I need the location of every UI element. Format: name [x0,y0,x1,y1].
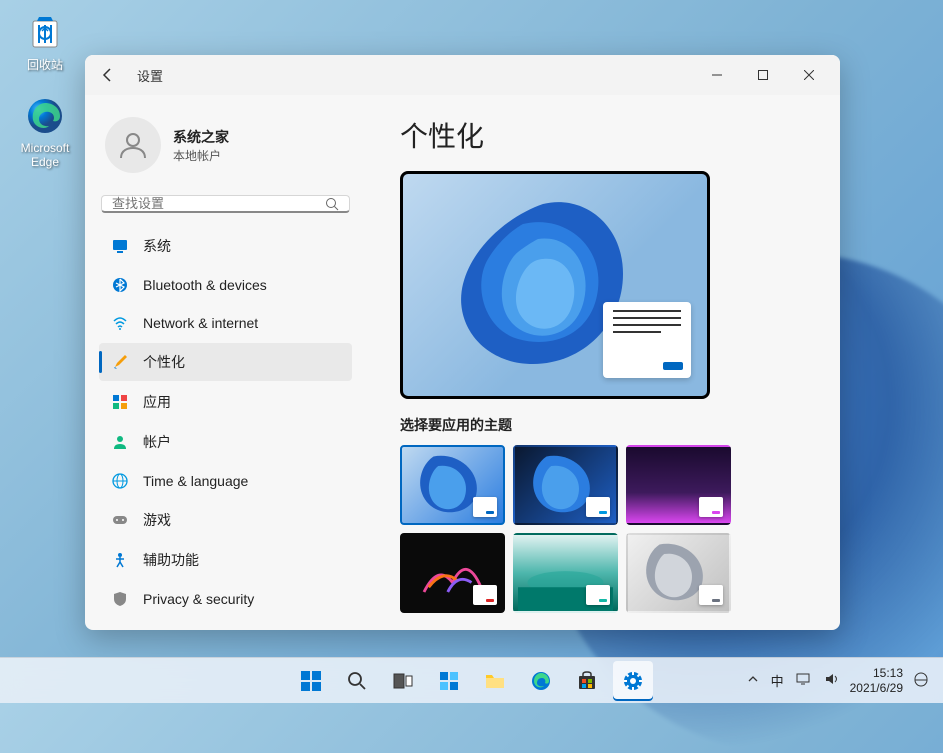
edge-icon [24,95,66,137]
window-title: 设置 [137,66,163,85]
sidebar-item-time[interactable]: Time & language [99,463,352,499]
windows-icon [299,669,323,693]
tray-volume-icon[interactable] [824,672,840,689]
accounts-icon [111,433,129,451]
tray-notification-icon[interactable] [913,671,929,690]
minimize-icon [712,70,722,80]
sidebar-item-network[interactable]: Network & internet [99,305,352,341]
tray-network-icon[interactable] [796,672,812,689]
theme-grid [400,445,816,613]
sidebar-item-label: 系统 [143,236,171,256]
page-title: 个性化 [400,115,816,155]
theme-option-6[interactable] [626,533,731,613]
taskbar-taskview[interactable] [383,661,423,701]
settings-window: 设置 系统之家 本地帐户 [85,55,840,630]
preview-mini-window [603,302,691,378]
theme-option-2[interactable] [513,445,618,525]
taskbar-widgets[interactable] [429,661,469,701]
sidebar-item-label: Windows Update [143,629,249,630]
taskbar: 中 15:13 2021/6/29 [0,657,943,703]
shield-icon [111,590,129,608]
arrow-left-icon [100,67,116,83]
recycle-bin-label: 回收站 [27,56,63,73]
gear-icon [622,670,644,692]
maximize-button[interactable] [740,59,786,91]
start-button[interactable] [291,661,331,701]
user-section[interactable]: 系统之家 本地帐户 [99,111,352,191]
tray-chevron-icon[interactable] [747,673,759,688]
minimize-button[interactable] [694,59,740,91]
theme-option-3[interactable] [626,445,731,525]
theme-option-5[interactable] [513,533,618,613]
tray-ime[interactable]: 中 [771,671,784,690]
user-name: 系统之家 [173,127,229,147]
sidebar-item-label: Time & language [143,473,248,489]
sidebar-item-label: 辅助功能 [143,550,199,570]
recycle-bin-icon [24,10,66,52]
sidebar-item-personalization[interactable]: 个性化 [99,343,352,381]
sidebar-item-gaming[interactable]: 游戏 [99,501,352,539]
theme-section-label: 选择要应用的主题 [400,415,816,435]
sidebar-item-accessibility[interactable]: 辅助功能 [99,541,352,579]
sidebar-item-label: 游戏 [143,510,171,530]
sidebar-item-apps[interactable]: 应用 [99,383,352,421]
clock-date: 2021/6/29 [850,681,903,695]
nav-list: 系统 Bluetooth & devices Network & interne… [99,227,352,630]
sidebar-item-label: 个性化 [143,352,185,372]
taskbar-search[interactable] [337,661,377,701]
sidebar-item-bluetooth[interactable]: Bluetooth & devices [99,267,352,303]
taskbar-edge[interactable] [521,661,561,701]
search-icon [325,197,339,211]
taskbar-settings[interactable] [613,661,653,701]
back-button[interactable] [93,60,123,90]
search-icon [346,670,368,692]
sidebar-item-system[interactable]: 系统 [99,227,352,265]
taskbar-store[interactable] [567,661,607,701]
edge-label: Microsoft Edge [10,141,80,169]
titlebar: 设置 [85,55,840,95]
brush-icon [111,353,129,371]
search-box[interactable] [101,195,350,213]
maximize-icon [758,70,768,80]
widgets-icon [438,670,460,692]
folder-icon [484,670,506,692]
taskbar-clock[interactable]: 15:13 2021/6/29 [850,666,903,695]
user-icon [116,128,150,162]
sidebar-item-update[interactable]: Windows Update [99,619,352,630]
sidebar-item-label: 帐户 [143,432,171,452]
close-button[interactable] [786,59,832,91]
clock-time: 15:13 [850,666,903,680]
close-icon [804,70,814,80]
sidebar-item-label: Privacy & security [143,591,254,607]
system-icon [111,237,129,255]
sidebar-item-label: Network & internet [143,315,258,331]
theme-option-1[interactable] [400,445,505,525]
desktop-preview [400,171,710,399]
sidebar-item-privacy[interactable]: Privacy & security [99,581,352,617]
main-content: 个性化 选择要应用的主题 [360,95,840,630]
accessibility-icon [111,551,129,569]
theme-option-4[interactable] [400,533,505,613]
sidebar-item-accounts[interactable]: 帐户 [99,423,352,461]
update-icon [111,628,129,630]
search-input[interactable] [112,196,325,211]
taskbar-explorer[interactable] [475,661,515,701]
bluetooth-icon [111,276,129,294]
globe-icon [111,472,129,490]
sidebar-item-label: 应用 [143,392,171,412]
user-account-type: 本地帐户 [173,147,229,164]
recycle-bin-desktop-icon[interactable]: 回收站 [10,10,80,73]
apps-icon [111,393,129,411]
store-icon [576,670,598,692]
avatar [105,117,161,173]
edge-icon [530,670,552,692]
wifi-icon [111,314,129,332]
sidebar: 系统之家 本地帐户 系统 Bluetooth & devices [85,95,360,630]
sidebar-item-label: Bluetooth & devices [143,277,267,293]
taskview-icon [392,670,414,692]
gaming-icon [111,511,129,529]
edge-desktop-icon[interactable]: Microsoft Edge [10,95,80,169]
